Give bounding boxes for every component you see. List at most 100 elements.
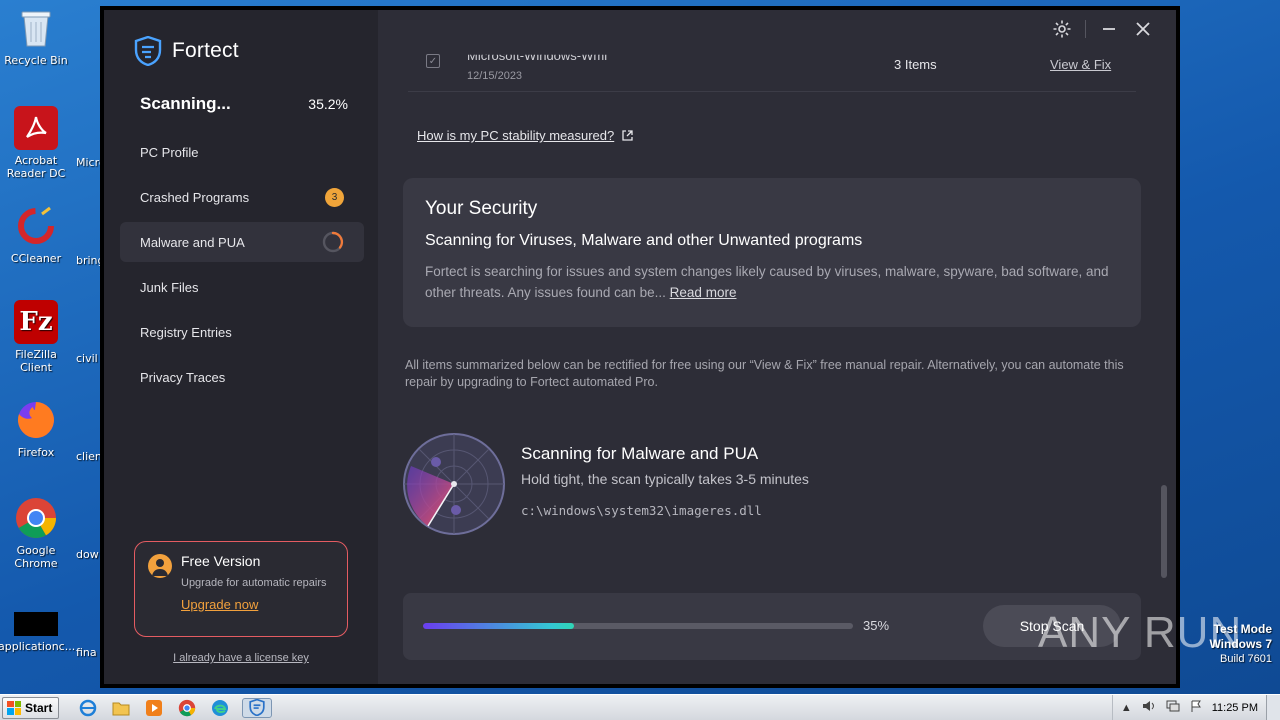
desktop-label: Recycle Bin bbox=[4, 54, 68, 67]
fortect-logo-icon bbox=[134, 36, 162, 66]
progress-track bbox=[423, 623, 853, 629]
sidebar-item-label: Privacy Traces bbox=[140, 369, 226, 385]
media-player-taskbar-icon[interactable] bbox=[143, 698, 165, 718]
sidebar-item-registry-entries[interactable]: Registry Entries bbox=[120, 312, 364, 352]
ccleaner-icon bbox=[14, 204, 58, 248]
flag-tray-icon[interactable] bbox=[1190, 700, 1202, 715]
chrome-icon bbox=[14, 496, 58, 540]
system-tray: ▲ 11:25 PM bbox=[1111, 694, 1266, 720]
row-date: 12/15/2023 bbox=[467, 70, 523, 82]
stability-info-link[interactable]: How is my PC stability measured? bbox=[417, 128, 633, 143]
fortect-window: Fortect Scanning... 35.2% PC Profile Cra… bbox=[100, 6, 1180, 688]
show-desktop-button[interactable] bbox=[1266, 694, 1280, 720]
external-link-icon bbox=[622, 130, 633, 141]
row-checkbox[interactable]: ✓ bbox=[426, 54, 440, 68]
scan-status: Scanning... 35.2% bbox=[140, 94, 348, 114]
sidebar-item-label: PC Profile bbox=[140, 144, 199, 160]
windows-flag-icon bbox=[7, 700, 21, 715]
scan-status-label: Scanning... bbox=[140, 94, 231, 113]
sidebar-item-pc-profile[interactable]: PC Profile bbox=[120, 132, 364, 172]
sidebar-item-label: Junk Files bbox=[140, 279, 199, 295]
clock[interactable]: 11:25 PM bbox=[1212, 702, 1258, 714]
progress-fill bbox=[423, 623, 574, 629]
row-name: Microsoft-Windows-Wmi bbox=[467, 48, 608, 63]
sidebar-item-privacy-traces[interactable]: Privacy Traces bbox=[120, 357, 364, 397]
stability-link-label: How is my PC stability measured? bbox=[417, 128, 615, 143]
result-row: ✓ Microsoft-Windows-Wmi 12/15/2023 3 Ite… bbox=[408, 42, 1136, 92]
close-icon[interactable] bbox=[1132, 18, 1154, 40]
main-panel: ✓ Microsoft-Windows-Wmi 12/15/2023 3 Ite… bbox=[378, 10, 1176, 684]
scrollbar-thumb[interactable] bbox=[1161, 485, 1167, 578]
volume-icon[interactable] bbox=[1142, 700, 1156, 715]
desktop-label: CCleaner bbox=[10, 252, 62, 265]
desktop-partial-label: fina bbox=[76, 646, 97, 659]
minimize-icon[interactable] bbox=[1098, 18, 1120, 40]
desktop-partial-label: dow bbox=[76, 548, 99, 561]
taskbar: Start ▲ 11:25 PM bbox=[0, 694, 1280, 720]
license-key-link[interactable]: I already have a license key bbox=[104, 652, 378, 664]
start-label: Start bbox=[25, 700, 53, 715]
window-controls bbox=[1051, 18, 1154, 40]
desktop-label: Acrobat Reader DC bbox=[6, 154, 66, 180]
security-card: Your Security Scanning for Viruses, Malw… bbox=[403, 178, 1141, 327]
desktop-item-firefox[interactable]: Firefox bbox=[0, 398, 74, 459]
app-brand: Fortect bbox=[172, 39, 239, 62]
view-fix-link[interactable]: View & Fix bbox=[1050, 57, 1111, 72]
start-button[interactable]: Start bbox=[2, 696, 60, 719]
scan-status-percent: 35.2% bbox=[308, 96, 348, 112]
security-description-text: Fortect is searching for issues and syst… bbox=[425, 264, 1109, 300]
anyrun-watermark: ANY RUN bbox=[1038, 608, 1242, 658]
sidebar-item-label: Malware and PUA bbox=[140, 234, 245, 250]
security-title: Your Security bbox=[425, 198, 538, 219]
scan-title: Scanning for Malware and PUA bbox=[521, 444, 759, 463]
desktop-partial-label: clien bbox=[76, 450, 102, 463]
recycle-bin-icon bbox=[14, 6, 58, 50]
progress-card: 35% Stop Scan bbox=[403, 593, 1141, 660]
desktop-label: applicationc... bbox=[0, 640, 76, 653]
free-version-subtitle: Upgrade for automatic repairs bbox=[181, 577, 327, 589]
desktop-label: Firefox bbox=[17, 446, 55, 459]
current-file-path: c:\windows\system32\imageres.dll bbox=[521, 503, 762, 518]
sidebar-item-crashed-programs[interactable]: Crashed Programs 3 bbox=[120, 177, 364, 217]
desktop-item-recycle-bin[interactable]: Recycle Bin bbox=[0, 6, 74, 67]
desktop-label: FileZilla Client bbox=[15, 348, 57, 374]
fortect-taskbar-icon[interactable] bbox=[242, 697, 273, 718]
firefox-icon bbox=[14, 398, 58, 442]
radar-scan-icon bbox=[403, 433, 505, 535]
anyrun-text: ANY RUN bbox=[1038, 608, 1243, 657]
upgrade-now-link[interactable]: Upgrade now bbox=[181, 597, 258, 612]
edge-taskbar-icon[interactable] bbox=[209, 698, 231, 718]
scan-hint: Hold tight, the scan typically takes 3-5… bbox=[521, 471, 809, 487]
tray-expand-icon[interactable]: ▲ bbox=[1121, 702, 1132, 714]
desktop-item-ccleaner[interactable]: CCleaner bbox=[0, 204, 74, 265]
filezilla-icon: Fz bbox=[14, 300, 58, 344]
security-description: Fortect is searching for issues and syst… bbox=[425, 261, 1119, 303]
desktop-item-filezilla[interactable]: Fz FileZilla Client bbox=[0, 300, 74, 374]
sidebar-item-label: Crashed Programs bbox=[140, 189, 250, 205]
folder-taskbar-icon[interactable] bbox=[110, 698, 132, 718]
sidebar-nav: PC Profile Crashed Programs 3 Malware an… bbox=[120, 132, 364, 402]
desktop-partial-label: civil bbox=[76, 352, 98, 365]
row-item-count: 3 Items bbox=[894, 57, 937, 72]
settings-gear-icon[interactable] bbox=[1051, 18, 1073, 40]
network-icon[interactable] bbox=[1166, 700, 1180, 715]
summary-text: All items summarized below can be rectif… bbox=[405, 358, 1124, 389]
sidebar-item-malware-pua[interactable]: Malware and PUA bbox=[120, 222, 364, 262]
ie-taskbar-icon[interactable] bbox=[77, 698, 99, 718]
security-subtitle: Scanning for Viruses, Malware and other … bbox=[425, 232, 863, 249]
free-version-card: Free Version Upgrade for automatic repai… bbox=[134, 541, 348, 637]
desktop-item-chrome[interactable]: Google Chrome bbox=[0, 496, 74, 570]
sidebar: Fortect Scanning... 35.2% PC Profile Cra… bbox=[104, 10, 378, 684]
user-icon bbox=[148, 554, 172, 578]
sidebar-item-label: Registry Entries bbox=[140, 324, 232, 340]
progress-percent: 35% bbox=[863, 618, 890, 633]
desktop-item-application[interactable]: applicationc... bbox=[0, 612, 76, 653]
loading-spinner-icon bbox=[322, 231, 344, 253]
sidebar-item-junk-files[interactable]: Junk Files bbox=[120, 267, 364, 307]
acrobat-icon bbox=[14, 106, 58, 150]
desktop-item-acrobat[interactable]: Acrobat Reader DC bbox=[0, 106, 74, 180]
chrome-taskbar-icon[interactable] bbox=[176, 698, 198, 718]
desktop-label: Google Chrome bbox=[14, 544, 58, 570]
count-badge: 3 bbox=[325, 187, 344, 207]
read-more-link[interactable]: Read more bbox=[670, 285, 737, 300]
